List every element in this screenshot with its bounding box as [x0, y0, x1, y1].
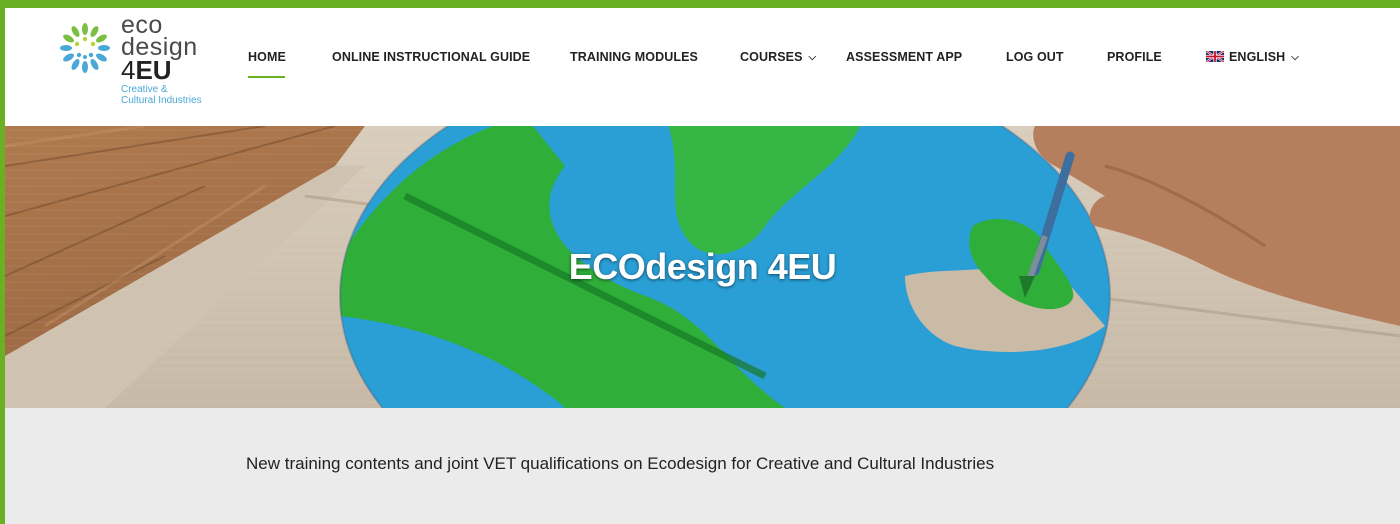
nav-courses[interactable]: COURSES ⌵ — [740, 50, 816, 64]
logo-wordmark: eco design 4EU Creative & Cultural Indus… — [121, 13, 202, 107]
intro-tagline: New training contents and joint VET qual… — [246, 454, 995, 473]
nav-log-out[interactable]: LOG OUT — [1006, 50, 1064, 64]
chevron-down-icon: ⌵ — [1291, 52, 1299, 63]
logo-line-3: 4EU — [121, 57, 202, 83]
site-header: eco design 4EU Creative & Cultural Indus… — [5, 8, 1400, 126]
nav-online-instructional-guide[interactable]: ONLINE INSTRUCTIONAL GUIDE — [332, 50, 530, 64]
nav-profile[interactable]: PROFILE — [1107, 50, 1162, 64]
nav-language-label: ENGLISH — [1229, 50, 1286, 64]
flower-icon — [60, 23, 110, 73]
page: eco design 4EU Creative & Cultural Indus… — [5, 8, 1400, 524]
hero-banner: ECOdesign 4EU — [5, 126, 1400, 408]
nav-language-selector[interactable]: ENGLISH ⌵ — [1206, 50, 1299, 64]
uk-flag-icon — [1206, 51, 1224, 62]
nav-home[interactable]: HOME — [248, 50, 286, 64]
nav-courses-label: COURSES — [740, 50, 803, 64]
logo-subtitle-2: Cultural Industries — [121, 95, 202, 106]
hero-title: ECOdesign 4EU — [568, 246, 837, 287]
chevron-down-icon: ⌵ — [808, 52, 817, 63]
nav-assessment-app[interactable]: ASSESSMENT APP — [846, 50, 962, 64]
logo-number: 4 — [121, 55, 136, 85]
logo-eu: EU — [135, 55, 172, 85]
logo-subtitle-1: Creative & — [121, 84, 168, 95]
site-logo[interactable]: eco design 4EU Creative & Cultural Indus… — [53, 12, 233, 108]
nav-training-modules[interactable]: TRAINING MODULES — [570, 50, 698, 64]
active-nav-underline — [248, 76, 285, 78]
intro-section: New training contents and joint VET qual… — [5, 408, 1400, 524]
